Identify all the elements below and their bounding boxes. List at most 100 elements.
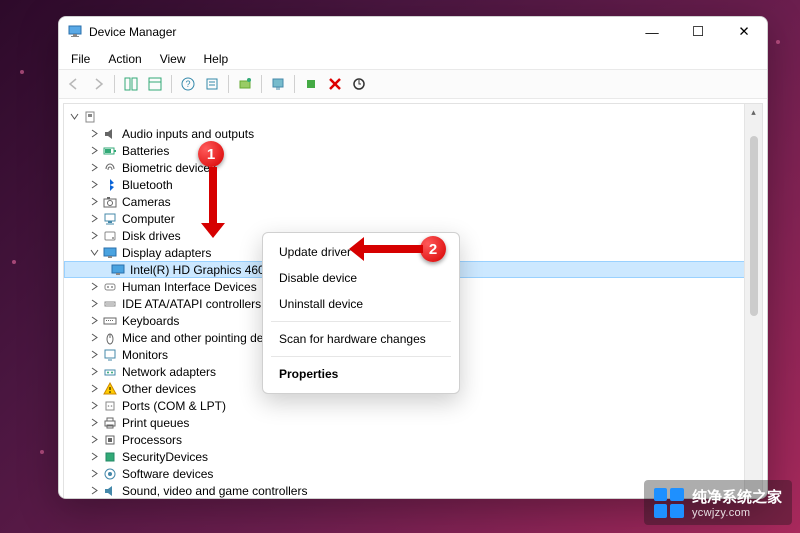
tree-category-label: Keyboards [122, 314, 179, 328]
port-icon [102, 398, 118, 414]
chevron-right-icon[interactable] [88, 383, 100, 395]
tree-category-label: Human Interface Devices [122, 280, 257, 294]
chevron-right-icon[interactable] [88, 230, 100, 242]
tree-category-label: Monitors [122, 348, 168, 362]
menu-file[interactable]: File [63, 49, 98, 69]
tree-category[interactable]: Bluetooth [64, 176, 762, 193]
help-icon[interactable]: ? [177, 73, 199, 95]
chevron-right-icon[interactable] [88, 400, 100, 412]
tree-category[interactable]: Computer [64, 210, 762, 227]
chevron-right-icon[interactable] [88, 417, 100, 429]
chevron-right-icon[interactable] [88, 485, 100, 497]
device-manager-icon [67, 24, 83, 40]
fingerprint-icon [102, 160, 118, 176]
chevron-right-icon[interactable] [88, 315, 100, 327]
pc-icon [82, 109, 98, 125]
menu-help[interactable]: Help [196, 49, 237, 69]
tree-device-label: Intel(R) HD Graphics 4600 [130, 263, 271, 277]
chevron-right-icon[interactable] [88, 196, 100, 208]
chevron-right-icon[interactable] [88, 468, 100, 480]
callout-arrow-2 [363, 245, 423, 253]
callout-badge-1: 1 [198, 141, 224, 167]
tree-category[interactable]: Cameras [64, 193, 762, 210]
nav-forward-icon [87, 73, 109, 95]
watermark: 纯净系统之家 ycwjzy.com [644, 480, 792, 525]
tree-category[interactable]: Processors [64, 431, 762, 448]
menubar: File Action View Help [59, 47, 767, 69]
monitor-icon [102, 347, 118, 363]
chevron-right-icon[interactable] [88, 434, 100, 446]
tree-category-label: Sound, video and game controllers [122, 484, 307, 498]
tree-category[interactable]: Batteries [64, 142, 762, 159]
vertical-scrollbar[interactable]: ▴ ▾ [744, 104, 762, 499]
context-menu-item[interactable]: Disable device [263, 265, 459, 291]
scan-hardware-icon[interactable] [267, 73, 289, 95]
battery-icon [102, 143, 118, 159]
chevron-right-icon[interactable] [88, 451, 100, 463]
tree-category[interactable]: Audio inputs and outputs [64, 125, 762, 142]
hid-icon [102, 279, 118, 295]
titlebar: Device Manager — ☐ ✕ [59, 17, 767, 47]
chevron-right-icon[interactable] [88, 162, 100, 174]
toolbar-separator [294, 75, 295, 93]
chevron-right-icon[interactable] [88, 179, 100, 191]
chevron-down-icon[interactable] [88, 247, 100, 259]
chevron-right-icon[interactable] [88, 281, 100, 293]
enable-icon[interactable] [300, 73, 322, 95]
tree-category-label: Software devices [122, 467, 213, 481]
show-hide-console-icon[interactable] [120, 73, 142, 95]
scrollbar-thumb[interactable] [750, 136, 758, 316]
add-legacy-hardware-icon[interactable] [234, 73, 256, 95]
chevron-down-icon[interactable] [68, 111, 80, 123]
tree-category-label: Network adapters [122, 365, 216, 379]
computer-icon [102, 211, 118, 227]
menu-view[interactable]: View [152, 49, 194, 69]
close-button[interactable]: ✕ [721, 17, 767, 47]
callout-badge-2: 2 [420, 236, 446, 262]
toolbar: ? [59, 69, 767, 99]
tree-category-label: Cameras [122, 195, 171, 209]
warning-icon [102, 381, 118, 397]
brand-url: ycwjzy.com [692, 507, 782, 519]
tree-category-label: Computer [122, 212, 175, 226]
chevron-right-icon[interactable] [88, 349, 100, 361]
context-menu-separator [271, 321, 451, 322]
tree-root[interactable] [64, 108, 762, 125]
uninstall-icon[interactable] [324, 73, 346, 95]
sound-icon [102, 483, 118, 499]
tree-category[interactable]: Biometric devices [64, 159, 762, 176]
update-driver-icon[interactable] [348, 73, 370, 95]
list-icon[interactable] [201, 73, 223, 95]
display-icon [102, 245, 118, 261]
chip-icon [102, 449, 118, 465]
chevron-right-icon[interactable] [88, 213, 100, 225]
maximize-button[interactable]: ☐ [675, 17, 721, 47]
scroll-up-icon[interactable]: ▴ [745, 104, 762, 120]
tree-category-label: IDE ATA/ATAPI controllers [122, 297, 261, 311]
tree-category[interactable]: Ports (COM & LPT) [64, 397, 762, 414]
chevron-right-icon[interactable] [88, 332, 100, 344]
context-menu-item[interactable]: Uninstall device [263, 291, 459, 317]
chevron-right-icon[interactable] [88, 298, 100, 310]
context-menu-item[interactable]: Properties [263, 361, 459, 387]
properties-icon[interactable] [144, 73, 166, 95]
menu-action[interactable]: Action [100, 49, 149, 69]
tree-category[interactable]: Print queues [64, 414, 762, 431]
tree-category-label: Other devices [122, 382, 196, 396]
minimize-button[interactable]: — [629, 17, 675, 47]
tree-category[interactable]: SecurityDevices [64, 448, 762, 465]
bluetooth-icon [102, 177, 118, 193]
tree-category-label: Bluetooth [122, 178, 173, 192]
chevron-right-icon[interactable] [88, 145, 100, 157]
chevron-right-icon[interactable] [88, 128, 100, 140]
callout-arrowhead-1 [201, 223, 225, 238]
keyboard-icon [102, 313, 118, 329]
context-menu-item[interactable]: Scan for hardware changes [263, 326, 459, 352]
display-icon [110, 262, 126, 278]
software-icon [102, 466, 118, 482]
window-controls: — ☐ ✕ [629, 17, 767, 47]
toolbar-separator [171, 75, 172, 93]
context-menu-separator [271, 356, 451, 357]
printer-icon [102, 415, 118, 431]
chevron-right-icon[interactable] [88, 366, 100, 378]
